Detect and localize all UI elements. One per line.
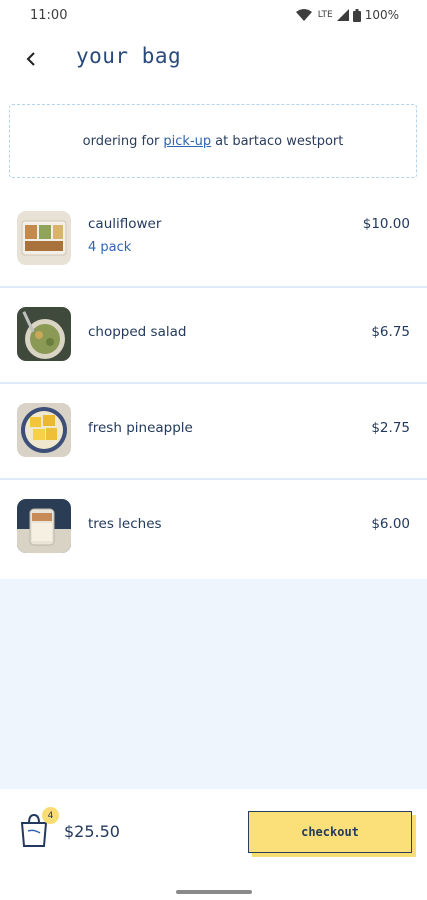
item-price: $6.00 [371, 516, 410, 532]
item-price: $2.75 [371, 420, 410, 436]
item-image-chopped-salad [17, 307, 71, 361]
battery-label: 100% [364, 8, 399, 22]
chevron-left-icon [26, 52, 35, 66]
item-price: $6.75 [371, 324, 410, 340]
home-indicator[interactable] [176, 890, 252, 894]
order-method-link[interactable]: pick-up [163, 134, 211, 149]
network-label: LTE [317, 10, 333, 20]
checkout-button[interactable]: checkout [248, 811, 412, 853]
back-button[interactable] [16, 44, 46, 74]
item-price: $10.00 [362, 216, 410, 232]
status-icons: LTE 100% [295, 8, 399, 22]
item-name: tres leches [88, 516, 162, 532]
item-name: fresh pineapple [88, 420, 193, 436]
order-info-banner: ordering for pick-up at bartaco westport [9, 104, 417, 178]
item-image-tres-leches [17, 499, 71, 553]
battery-icon [352, 8, 361, 22]
item-image-fresh-pineapple [17, 403, 71, 457]
status-bar: 11:00 LTE 100% [0, 0, 427, 32]
item-name: chopped salad [88, 324, 187, 340]
cart-item[interactable]: cauliflower 4 pack $10.00 [0, 192, 427, 288]
bottom-bar: 4 $25.50 checkout [0, 789, 427, 900]
signal-icon [336, 9, 349, 21]
cart-item[interactable]: tres leches $6.00 [0, 480, 427, 576]
cart-item[interactable]: fresh pineapple $2.75 [0, 384, 427, 480]
bag-count-badge: 4 [42, 807, 59, 824]
item-image-cauliflower [17, 211, 71, 265]
order-location: at bartaco westport [215, 133, 344, 149]
cart-item[interactable]: chopped salad $6.75 [0, 288, 427, 384]
item-variant: 4 pack [88, 240, 132, 255]
wifi-icon [295, 9, 312, 21]
order-prefix: ordering for [82, 133, 160, 149]
item-name: cauliflower [88, 216, 162, 232]
cart-items-list: cauliflower 4 pack $10.00 chopped salad … [0, 192, 427, 576]
status-time: 11:00 [30, 8, 68, 23]
order-total: $25.50 [64, 822, 120, 841]
empty-area [0, 579, 427, 789]
header: your bag [0, 38, 427, 84]
page-title: your bag [76, 44, 182, 68]
